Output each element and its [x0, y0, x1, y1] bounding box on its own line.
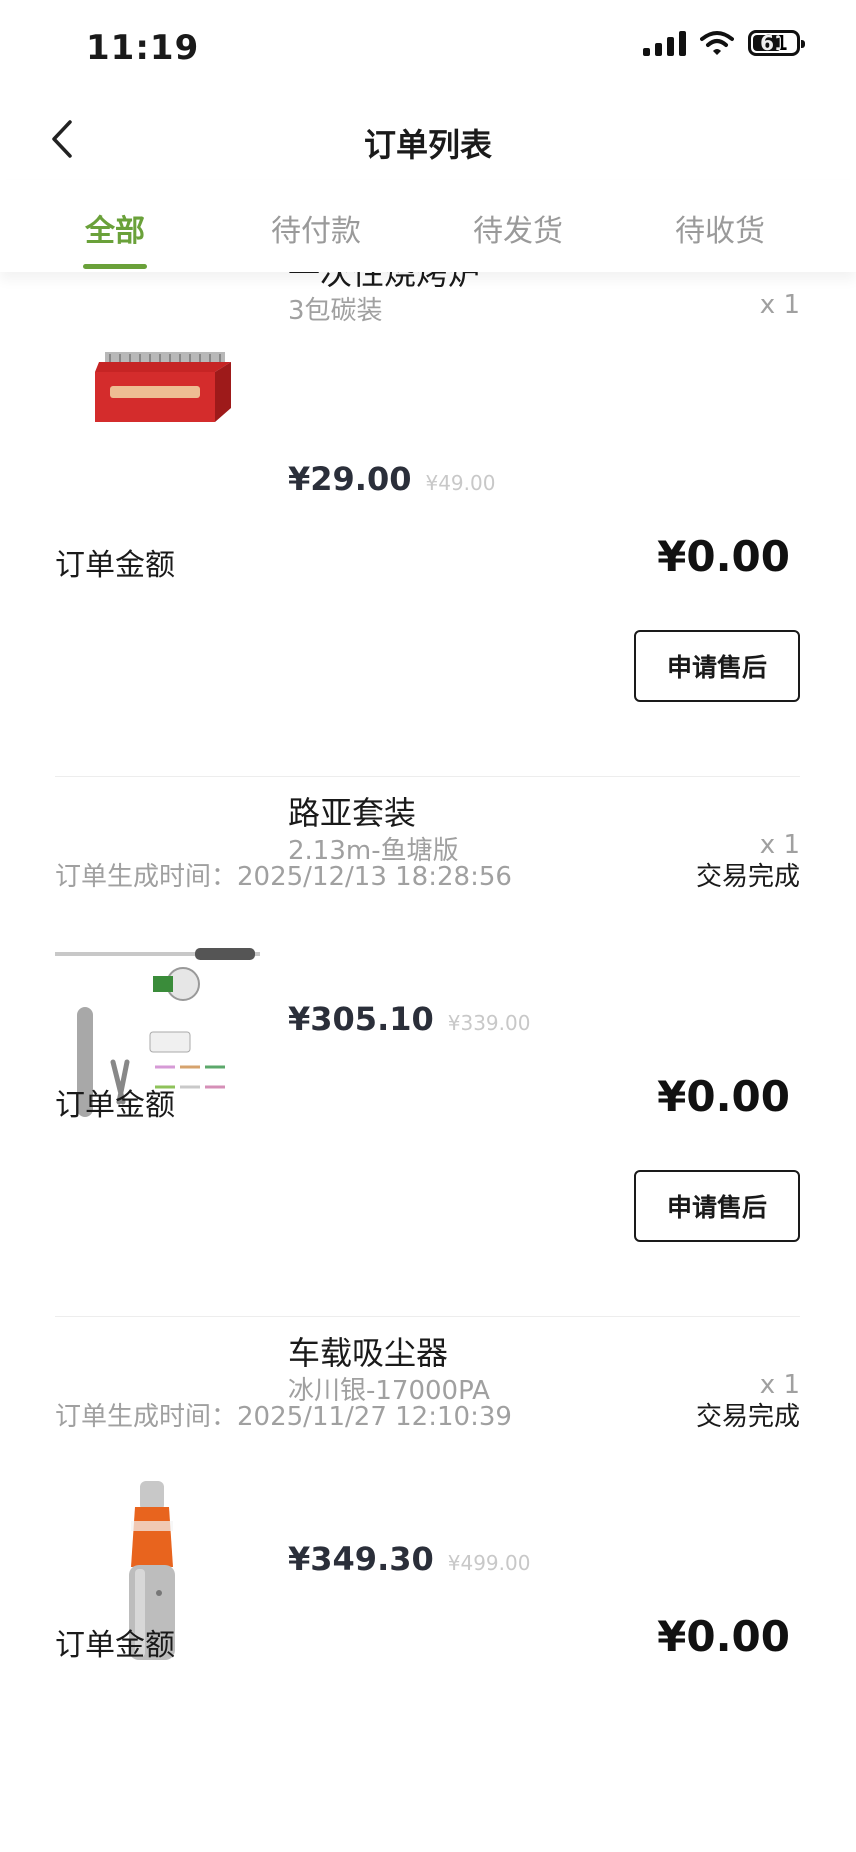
battery-icon: 61 — [748, 30, 805, 56]
product-spec: 3包碳装 — [288, 296, 383, 326]
order-tabs: 全部 待付款 待发货 待收货 — [0, 180, 856, 272]
cellular-signal-icon — [643, 30, 686, 56]
order-amount-label: 订单金额 — [55, 548, 175, 583]
product-quantity: x 1 — [759, 290, 800, 320]
disposable-grill-image — [95, 352, 231, 422]
product-price: ¥29.00 — [288, 460, 412, 498]
order-amount-label: 订单金额 — [55, 1088, 175, 1123]
price-row: ¥29.00 ¥49.00 — [288, 460, 495, 498]
original-price: ¥499.00 — [447, 1551, 531, 1575]
wifi-icon — [700, 31, 734, 55]
order-status: 交易完成 — [695, 1402, 800, 1432]
page-title: 订单列表 — [363, 126, 492, 164]
after-sale-button[interactable]: 申请售后 — [634, 1170, 800, 1242]
product-price: ¥349.30 — [288, 1540, 434, 1578]
active-tab-indicator — [83, 264, 147, 269]
order-amount-label: 订单金额 — [55, 1628, 175, 1663]
tab-pending-receipt[interactable]: 待收货 — [650, 206, 790, 250]
battery-level: 61 — [760, 31, 788, 55]
after-sale-button[interactable]: 申请售后 — [634, 630, 800, 702]
product-name: 车载吸尘器 — [288, 1334, 449, 1372]
order-amount: ¥0.00 — [657, 532, 790, 581]
original-price: ¥49.00 — [425, 471, 496, 495]
order-status: 交易完成 — [695, 862, 800, 892]
product-name: 路亚套装 — [288, 794, 417, 832]
order-amount: ¥0.00 — [657, 1612, 790, 1661]
order-divider — [55, 776, 800, 777]
nav-bar: 订单列表 — [0, 100, 856, 180]
status-bar: 11:19 61 — [0, 0, 856, 100]
product-spec: 冰川银-17000PA — [288, 1376, 490, 1406]
product-thumbnail[interactable] — [55, 312, 260, 502]
product-price: ¥305.10 — [288, 1000, 434, 1038]
tab-pending-shipment[interactable]: 待发货 — [448, 206, 588, 250]
order-list[interactable]: 一次性烧烤炉 3包碳装 x 1 ¥29.00 ¥49.00 订单金额 ¥0.00… — [0, 272, 856, 1852]
order-amount: ¥0.00 — [657, 1072, 790, 1121]
tab-pending-payment[interactable]: 待付款 — [246, 206, 386, 250]
product-quantity: x 1 — [759, 1370, 800, 1400]
tab-all[interactable]: 全部 — [45, 206, 185, 250]
product-quantity: x 1 — [759, 830, 800, 860]
original-price: ¥339.00 — [447, 1011, 531, 1035]
price-row: ¥349.30 ¥499.00 — [288, 1540, 530, 1578]
order-divider — [55, 1316, 800, 1317]
status-icons: 61 — [643, 30, 805, 56]
status-time: 11:19 — [86, 28, 200, 68]
product-spec: 2.13m-鱼塘版 — [288, 836, 459, 866]
price-row: ¥305.10 ¥339.00 — [288, 1000, 530, 1038]
